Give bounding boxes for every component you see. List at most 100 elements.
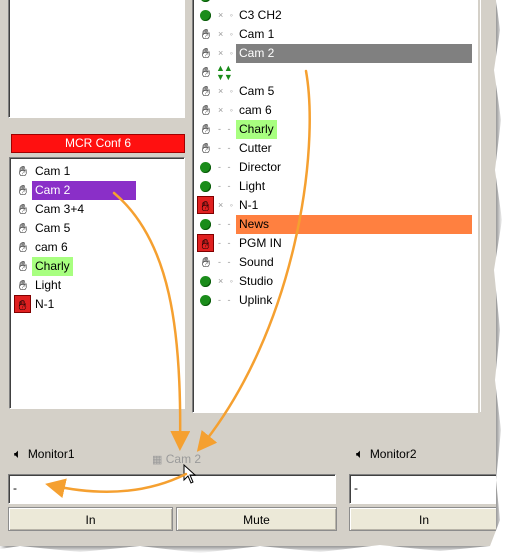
conference-member-item[interactable]: ✋︎ N-1 — [10, 295, 180, 314]
source-list-item[interactable]: ✋︎ × ◦ cam 6 — [193, 101, 473, 120]
conference-member-label: cam 6 — [35, 240, 68, 254]
hand-icon: ✋︎ — [19, 239, 27, 255]
source-list-item-label: PGM IN — [239, 236, 282, 250]
source-list-item[interactable]: ✋︎ - - Cutter — [193, 139, 473, 158]
hand-icon: ✋︎ — [202, 102, 210, 118]
status-marker: - - — [218, 257, 233, 267]
monitor2-title: Monitor2 — [369, 447, 417, 461]
green-dot-icon — [200, 181, 211, 192]
mouse-cursor-icon — [183, 464, 197, 484]
hand-icon: ✋︎ — [202, 121, 210, 137]
status-marker: - - — [218, 181, 233, 191]
green-dot-icon — [200, 295, 211, 306]
monitor2-value-field[interactable]: - — [349, 474, 496, 504]
source-list-item-label: Cam 1 — [239, 27, 275, 41]
status-marker: × ◦ — [218, 105, 235, 115]
source-list-item[interactable]: × ◦ Studio — [193, 272, 473, 291]
conference-member-label: Cam 5 — [35, 221, 71, 235]
source-list-item[interactable]: ✋︎ × ◦ Cam 1 — [193, 25, 473, 44]
top-left-panel — [8, 0, 185, 118]
source-list-item-label: Studio — [239, 274, 274, 288]
status-marker: × ◦ — [218, 10, 235, 20]
green-dot-icon — [200, 276, 211, 287]
source-list-item[interactable]: ✋︎ × ◦ N-1 — [193, 196, 473, 215]
conference-member-item[interactable]: ✋︎ Cam 5 — [10, 219, 180, 238]
hand-icon: ✋︎ — [202, 26, 210, 42]
conference-member-list[interactable]: ✋︎ Cam 1 ✋︎ Cam 2 ✋︎ Cam 3+4 ✋︎ Cam 5 ✋︎ cam 6 ✋︎ C… — [9, 157, 185, 409]
speaker-icon: 🔈︎ — [14, 446, 22, 461]
source-list-item-label: Director — [239, 160, 282, 174]
source-list-item-label: Cam 5 — [239, 84, 275, 98]
status-marker: × ◦ — [218, 48, 235, 58]
source-list-item[interactable]: - - Light — [193, 177, 473, 196]
status-marker: - - — [218, 162, 233, 172]
status-marker: × ◦ — [218, 29, 235, 39]
status-marker: - - — [218, 295, 233, 305]
status-marker: - - — [218, 238, 233, 248]
status-marker: - - — [218, 143, 233, 153]
hand-icon: ✋︎ — [202, 64, 210, 80]
hand-icon: ✋︎ — [14, 295, 31, 313]
conference-member-item[interactable]: ✋︎ Cam 1 — [10, 162, 180, 181]
monitor2-value: - — [354, 481, 358, 495]
hand-icon: ✋︎ — [19, 277, 27, 293]
monitor1-value: - — [13, 481, 17, 495]
source-list[interactable]: × ◦C3 CH1× ◦C3 CH2✋︎× ◦Cam 1✋︎× ◦Cam 2✋︎… — [192, 0, 478, 413]
hand-icon: ✋︎ — [19, 182, 27, 198]
source-list-item-label: N-1 — [239, 198, 259, 212]
source-list-item[interactable]: × ◦ C3 CH2 — [193, 6, 473, 25]
source-list-item-label: Light — [239, 179, 266, 193]
conference-member-item[interactable]: ✋︎ Cam 2 — [10, 181, 180, 200]
monitor2-in-button[interactable]: In — [349, 507, 496, 531]
status-marker: × ◦ — [218, 86, 235, 96]
hand-icon: ✋︎ — [19, 220, 27, 236]
source-list-item[interactable]: ✋︎ ▲▲ ▼▼ — [193, 63, 473, 82]
source-list-item-label: News — [236, 215, 472, 234]
source-list-item[interactable]: ✋︎ - - PGM IN — [193, 234, 473, 253]
source-list-item-label: Cutter — [239, 141, 272, 155]
hand-icon: ✋︎ — [19, 258, 27, 274]
source-list-scrollbar[interactable] — [480, 0, 493, 412]
status-marker: × ◦ — [218, 200, 235, 210]
conference-member-item[interactable]: ✋︎ Charly — [10, 257, 180, 276]
drag-ghost-icon: ▦ — [152, 454, 163, 466]
conference-member-item[interactable]: ✋︎ cam 6 — [10, 238, 180, 257]
source-list-item-label: Uplink — [239, 293, 273, 307]
source-list-item[interactable]: ✋︎ - - Charly — [193, 120, 473, 139]
green-dot-icon — [200, 219, 211, 230]
source-list-item[interactable]: ✋︎ × ◦ Cam 5 — [193, 82, 473, 101]
source-list-item-label: Cam 2 — [236, 44, 472, 63]
source-list-item[interactable]: - - Uplink — [193, 291, 473, 310]
source-list-item[interactable]: - - News — [193, 215, 473, 234]
monitor1-value-field[interactable]: - — [8, 474, 336, 504]
source-list-item-label: cam 6 — [239, 103, 272, 117]
hand-icon: ✋︎ — [19, 201, 27, 217]
hand-icon: ✋︎ — [197, 234, 214, 252]
conference-title: MCR Conf 6 — [11, 134, 185, 153]
source-list-item[interactable]: - - Director — [193, 158, 473, 177]
hand-icon: ✋︎ — [202, 140, 210, 156]
speaker-icon: 🔈︎ — [356, 446, 364, 461]
monitor1-mute-button[interactable]: Mute — [176, 507, 337, 531]
source-list-item-label: Charly — [236, 120, 277, 139]
monitor1-title: Monitor1 — [27, 447, 75, 461]
hand-icon: ✋︎ — [197, 196, 214, 214]
source-list-item[interactable]: ✋︎ - - Sound — [193, 253, 473, 272]
source-list-item-label: C3 CH2 — [239, 8, 282, 22]
conference-member-label: Cam 1 — [35, 164, 71, 178]
green-dot-icon — [200, 162, 211, 173]
source-list-item-label: Sound — [239, 255, 274, 269]
app-window: MCR Conf 6 ✋︎ Cam 1 ✋︎ Cam 2 ✋︎ Cam 3+4 ✋︎ Cam … — [0, 0, 496, 546]
monitor1-in-button[interactable]: In — [8, 507, 173, 531]
status-marker: - - — [218, 124, 233, 134]
conference-member-label: N-1 — [35, 297, 55, 311]
status-marker: - - — [218, 219, 233, 229]
source-list-item[interactable]: ✋︎ × ◦ Cam 2 — [193, 44, 473, 63]
conference-member-item[interactable]: ✋︎ Cam 3+4 — [10, 200, 180, 219]
monitor1-header: 🔈︎ Monitor1 — [14, 443, 75, 465]
conference-member-item[interactable]: ✋︎ Light — [10, 276, 180, 295]
conference-member-label: Cam 2 — [32, 181, 136, 200]
conference-member-label: Cam 3+4 — [35, 202, 85, 216]
hand-icon: ✋︎ — [202, 45, 210, 61]
green-dot-icon — [200, 10, 211, 21]
